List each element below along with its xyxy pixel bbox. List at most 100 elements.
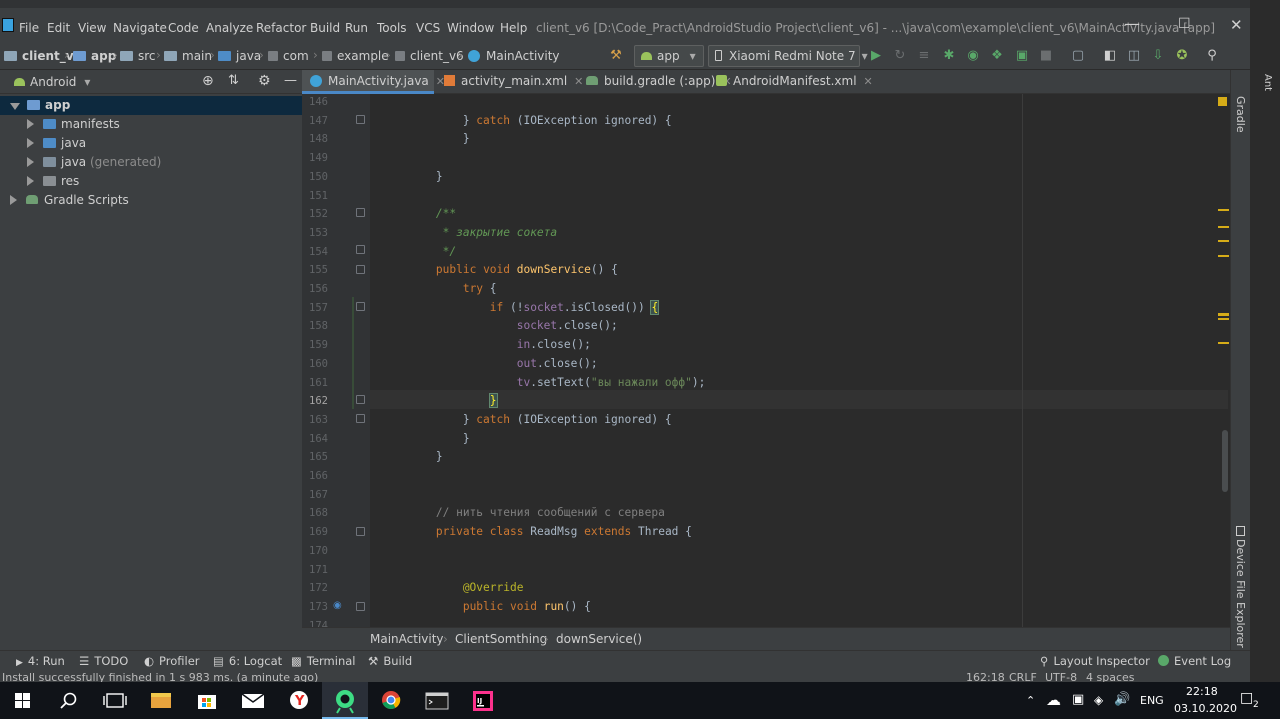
code-line[interactable]: } [382, 393, 498, 409]
build-tool-button[interactable]: ⚒ Build [368, 654, 412, 668]
editor-scrollbar[interactable] [1222, 430, 1228, 492]
search-button[interactable] [46, 682, 92, 719]
tree-item-res[interactable]: res [0, 172, 302, 191]
network-icon[interactable]: ▣ [1072, 692, 1084, 707]
menu-tools[interactable]: Tools [377, 21, 407, 35]
minimize-icon[interactable]: — [1124, 14, 1140, 33]
close-tab-icon[interactable]: ✕ [864, 75, 873, 88]
menu-file[interactable]: File [19, 21, 39, 35]
code-line[interactable]: } catch (IOException ignored) { [382, 114, 672, 127]
menu-analyze[interactable]: Analyze [206, 21, 253, 35]
code-line[interactable]: } [382, 132, 470, 145]
intellij-app[interactable]: IJ [460, 682, 506, 719]
fold-marker-icon[interactable] [356, 208, 365, 217]
crumb-java[interactable]: java [218, 49, 261, 63]
menu-vcs[interactable]: VCS [416, 21, 440, 35]
gradle-tool-button[interactable]: Gradle [1234, 96, 1247, 133]
hammer-icon[interactable]: ⚒ [608, 48, 624, 64]
code-line[interactable]: if (!socket.isClosed()) { [382, 299, 660, 315]
tree-item-manifests[interactable]: manifests [0, 115, 302, 134]
code-line[interactable]: socket.close(); [382, 319, 618, 332]
crumb-src[interactable]: src [120, 49, 156, 63]
mail-app[interactable] [230, 682, 276, 719]
sdk-manager-icon[interactable]: ⇩ [1150, 48, 1166, 64]
tray-overflow-icon[interactable]: ⌃ [1026, 694, 1035, 707]
tab-mainactivity-java[interactable]: MainActivity.java ✕ [302, 70, 445, 94]
android-studio-app[interactable] [322, 682, 368, 719]
gear-icon[interactable]: ⚙ [258, 73, 271, 89]
yandex-browser-app[interactable]: Y [276, 682, 322, 719]
code-line[interactable]: in.close(); [382, 338, 591, 351]
status-message[interactable]: Install successfully finished in 1 s 983… [2, 671, 318, 682]
search-icon[interactable]: ⚲ [1204, 48, 1220, 64]
code-line[interactable]: try { [382, 282, 497, 295]
crumb-method-downservice[interactable]: downService() [556, 632, 642, 646]
warning-mark[interactable] [1218, 240, 1229, 242]
locate-icon[interactable]: ⊕ [202, 73, 214, 89]
warning-mark[interactable] [1218, 209, 1229, 211]
line-separator[interactable]: CRLF [1009, 671, 1037, 682]
crumb-main[interactable]: main [164, 49, 212, 63]
code-line[interactable]: * закрытие сокета [382, 226, 558, 239]
tree-item-java[interactable]: java [0, 134, 302, 153]
code-line[interactable]: */ [382, 245, 456, 258]
fold-marker-icon[interactable] [356, 302, 365, 311]
apply-changes-icon[interactable]: ↻ [892, 48, 908, 64]
warning-status-icon[interactable] [1218, 97, 1227, 106]
code-line[interactable]: tv.setText("вы нажали офф"); [382, 376, 706, 389]
language-indicator[interactable]: ENG [1140, 694, 1164, 707]
chrome-app[interactable] [368, 682, 414, 719]
tab-activity-main-xml[interactable]: activity_main.xml ✕ [436, 70, 583, 94]
profile-icon[interactable]: ◉ [965, 48, 981, 64]
tab-android-manifest[interactable]: AndroidManifest.xml ✕ [708, 70, 873, 94]
caret-position[interactable]: 162:18 [966, 671, 1005, 682]
warning-mark[interactable] [1218, 342, 1229, 344]
cloud-icon[interactable]: ☁ [1046, 691, 1061, 709]
menu-help[interactable]: Help [500, 21, 527, 35]
fold-marker-icon[interactable] [356, 414, 365, 423]
maximize-icon[interactable]: ☐ [1178, 16, 1191, 32]
menu-run[interactable]: Run [345, 21, 368, 35]
code-line[interactable]: out.close(); [382, 357, 598, 370]
start-button[interactable] [0, 682, 46, 719]
hide-panel-icon[interactable]: — [284, 73, 297, 88]
project-view-select[interactable]: Android ▾ [14, 75, 90, 89]
fold-marker-icon[interactable] [356, 245, 365, 254]
console-app[interactable] [414, 682, 460, 719]
logcat-tool-button[interactable]: ▤ 6: Logcat [213, 654, 282, 668]
fold-marker-icon[interactable] [356, 395, 365, 404]
crumb-client-v6[interactable]: client_v6 [395, 49, 464, 63]
clock-time[interactable]: 22:18 [1186, 685, 1218, 698]
run-config-select[interactable]: app ▾ [634, 45, 704, 67]
code-line[interactable]: private class ReadMsg extends Thread { [382, 525, 692, 538]
code-line[interactable]: // нить чтения сообщений с сервера [382, 506, 665, 519]
crumb-mainactivity[interactable]: MainActivity [468, 49, 560, 63]
code-line[interactable]: @Override [382, 581, 524, 594]
warning-mark[interactable] [1218, 318, 1229, 320]
project-structure-icon[interactable]: ◧ [1102, 48, 1118, 64]
menu-build[interactable]: Build [310, 21, 340, 35]
profiler-tool-button[interactable]: ◐ Profiler [144, 654, 200, 668]
run-icon[interactable]: ▶ [868, 48, 884, 64]
debug-icon[interactable]: ✱ [941, 48, 957, 64]
attach-debugger-icon[interactable]: ❖ [989, 48, 1005, 64]
apply-code-changes-icon[interactable]: ≡ [916, 48, 932, 64]
menu-view[interactable]: View [78, 21, 106, 35]
menu-code[interactable]: Code [168, 21, 199, 35]
coverage-icon[interactable]: ▣ [1014, 48, 1030, 64]
indent-setting[interactable]: 4 spaces [1086, 671, 1135, 682]
store-app[interactable] [184, 682, 230, 719]
fold-marker-icon[interactable] [356, 602, 365, 611]
file-explorer-app[interactable] [138, 682, 184, 719]
ant-tool-button[interactable]: Ant [1262, 74, 1273, 91]
warning-mark[interactable] [1218, 226, 1229, 228]
todo-tool-button[interactable]: ☰ TODO [79, 654, 128, 668]
crumb-class-clientsomthing[interactable]: ClientSomthing [455, 632, 547, 646]
tree-item-java-generated[interactable]: java (generated) [0, 153, 302, 172]
clock-date[interactable]: 03.10.2020 [1174, 702, 1237, 715]
code-line[interactable]: } catch (IOException ignored) { [382, 413, 672, 426]
run-tool-button[interactable]: ▶ 4: Run [16, 654, 65, 668]
device-select[interactable]: Xiaomi Redmi Note 7 ▾ [708, 45, 868, 67]
warning-mark[interactable] [1218, 255, 1229, 257]
tab-build-gradle[interactable]: build.gradle (:app)✕ [578, 70, 732, 94]
